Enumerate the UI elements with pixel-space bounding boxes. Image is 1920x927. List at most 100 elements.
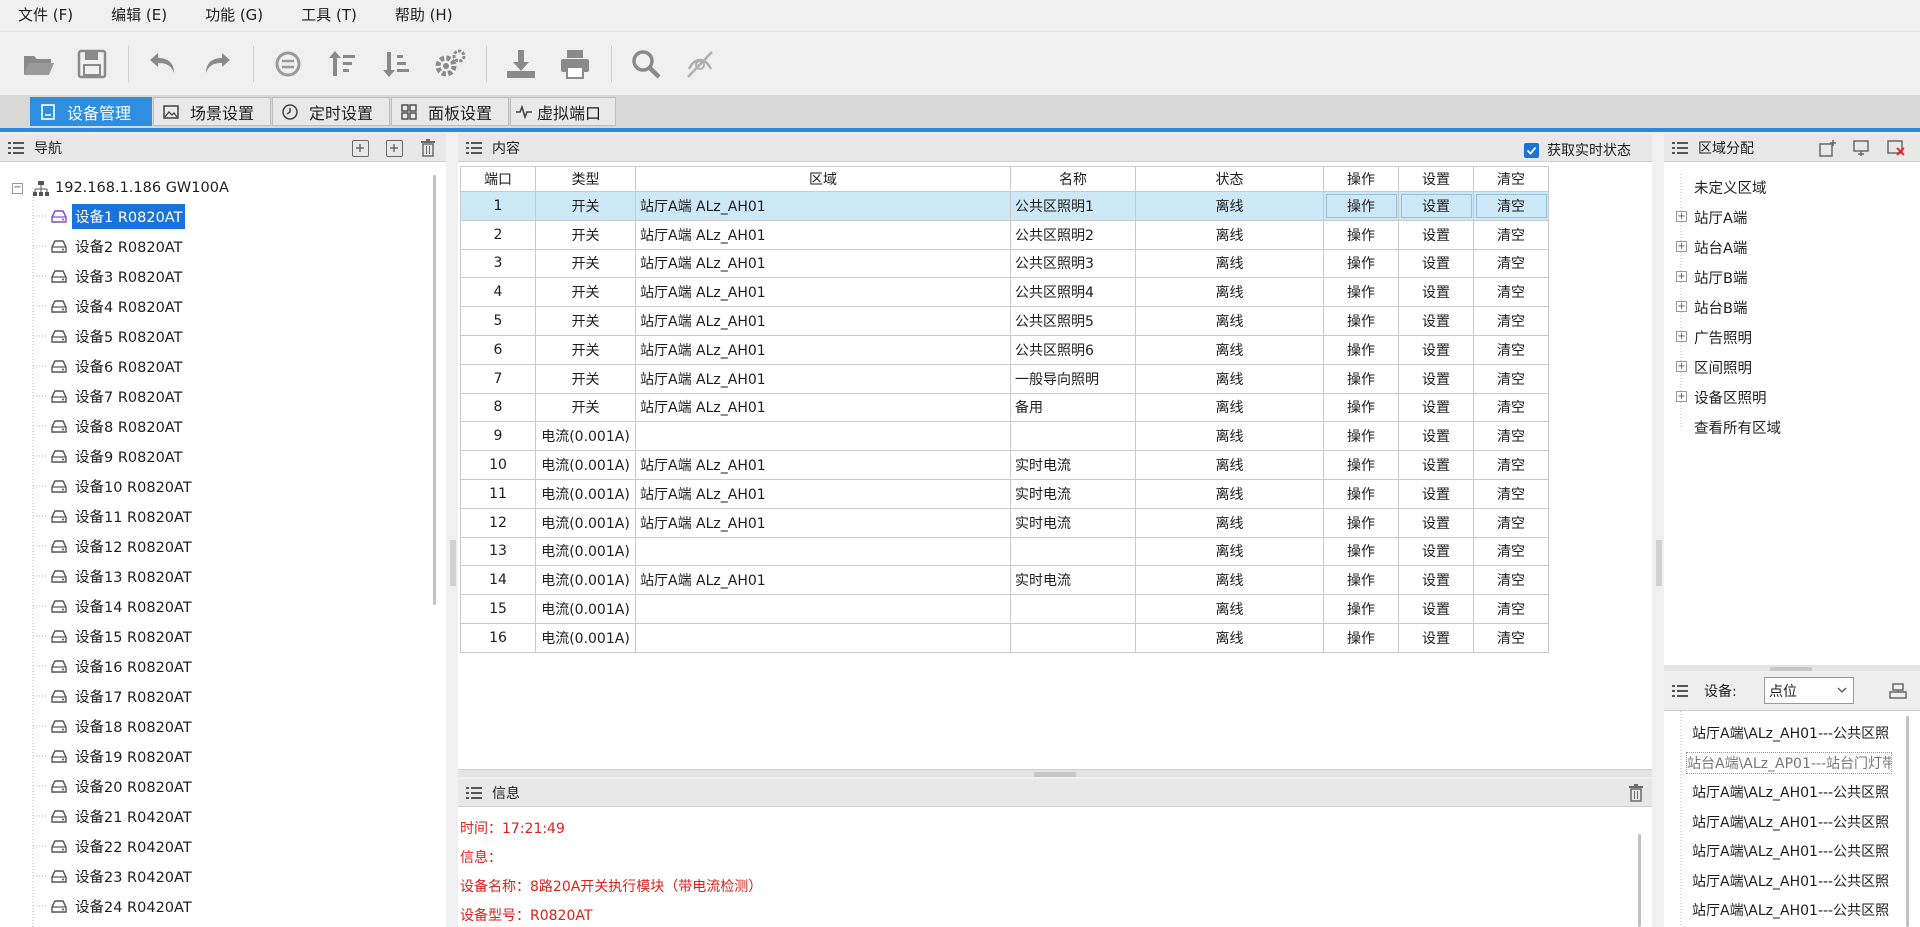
cell-clear-button[interactable]: 清空 [1473, 277, 1549, 308]
cell-settings-button[interactable]: 设置 [1398, 277, 1474, 308]
tab-timer-settings[interactable]: 定时设置 [272, 97, 390, 126]
nav-device-item[interactable]: 设备4 R0820AT [50, 293, 185, 319]
device-filter-select[interactable]: 点位 [1764, 677, 1854, 704]
region-item[interactable]: 广告照明 [1694, 326, 1752, 348]
tab-scene-settings[interactable]: 场景设置 [153, 97, 271, 126]
col-header-operate[interactable]: 操作 [1323, 166, 1399, 192]
table-row[interactable]: 3 开关 站厅A端 ALz_AH01 公共区照明3 离线 操作 设置 清空 [460, 248, 1549, 279]
cell-settings-button[interactable]: 设置 [1398, 392, 1474, 423]
menu-function[interactable]: 功能 (G) [189, 0, 279, 31]
clear-log-trash-icon[interactable] [1628, 784, 1644, 802]
nav-device-item[interactable]: 设备17 R0820AT [50, 683, 195, 709]
nav-device-item[interactable]: 设备6 R0820AT [50, 353, 185, 379]
cell-operate-button[interactable]: 操作 [1323, 334, 1399, 365]
table-row[interactable]: 7 开关 站厅A端 ALz_AH01 一般导向照明 离线 操作 设置 清空 [460, 363, 1549, 394]
nav-device-item[interactable]: 设备9 R0820AT [50, 443, 185, 469]
cell-settings-button[interactable]: 设置 [1398, 306, 1474, 336]
splitter-grip[interactable] [1034, 772, 1076, 777]
add-child-icon[interactable] [386, 140, 403, 157]
table-row[interactable]: 13 电流(0.001A) 离线 操作 设置 清空 [460, 536, 1549, 567]
search-icon[interactable] [626, 44, 666, 84]
nav-device-item[interactable]: 设备20 R0820AT [50, 773, 195, 799]
nav-device-item[interactable]: 设备24 R0420AT [50, 893, 195, 919]
disable-icon[interactable] [680, 44, 720, 84]
delete-region-icon[interactable] [1887, 139, 1905, 161]
add-region-icon[interactable] [1819, 139, 1837, 161]
table-row[interactable]: 15 电流(0.001A) 离线 操作 设置 清空 [460, 594, 1549, 624]
device-point-item[interactable]: 站厅A端\ALz_AH01---公共区照 [1692, 722, 1898, 744]
save-icon[interactable] [72, 44, 112, 84]
col-header-name[interactable]: 名称 [1010, 166, 1136, 192]
nav-device-item[interactable]: 设备14 R0820AT [50, 593, 195, 619]
cell-clear-button[interactable]: 清空 [1473, 478, 1549, 509]
cell-settings-button[interactable]: 设置 [1398, 363, 1474, 394]
col-header-clear[interactable]: 清空 [1473, 166, 1549, 192]
region-item[interactable]: 查看所有区域 [1694, 416, 1781, 438]
download-icon[interactable] [501, 44, 541, 84]
expand-icon[interactable]: + [1676, 241, 1687, 252]
table-row[interactable]: 9 电流(0.001A) 离线 操作 设置 清空 [460, 421, 1549, 452]
menu-file[interactable]: 文件 (F) [0, 0, 89, 31]
trash-icon[interactable] [420, 139, 436, 157]
cell-operate-button[interactable]: 操作 [1323, 277, 1399, 308]
cell-operate-button[interactable]: 操作 [1323, 594, 1399, 624]
realtime-status-checkbox[interactable]: 获取实时状态 [1524, 140, 1631, 160]
nav-device-item[interactable]: 设备11 R0820AT [50, 503, 195, 529]
cell-operate-button[interactable]: 操作 [1323, 478, 1399, 509]
device-point-item[interactable]: 站厅A端\ALz_AH01---公共区照 [1692, 781, 1898, 803]
cell-clear-button[interactable]: 清空 [1473, 536, 1549, 567]
cell-clear-button[interactable]: 清空 [1473, 565, 1549, 596]
expand-icon[interactable]: + [1676, 361, 1687, 372]
cell-settings-button[interactable]: 设置 [1398, 594, 1474, 624]
cell-clear-button[interactable]: 清空 [1473, 334, 1549, 365]
cell-operate-button[interactable]: 操作 [1323, 565, 1399, 596]
nav-device-item[interactable]: 设备22 R0420AT [50, 833, 195, 859]
nav-device-item[interactable]: 设备19 R0820AT [50, 743, 195, 769]
cell-settings-button[interactable]: 设置 [1398, 622, 1474, 653]
refresh-icon[interactable] [268, 44, 308, 84]
cell-settings-button[interactable]: 设置 [1398, 334, 1474, 365]
expand-icon[interactable]: + [1676, 211, 1687, 222]
table-row[interactable]: 14 电流(0.001A) 站厅A端 ALz_AH01 实时电流 离线 操作 设置 清空 [460, 565, 1549, 596]
tree-root-gateway[interactable]: − 192.168.1.186 GW100A [12, 177, 229, 199]
nav-device-item[interactable]: 设备15 R0820AT [50, 623, 195, 649]
redo-icon[interactable] [197, 44, 237, 84]
col-header-area[interactable]: 区域 [635, 166, 1011, 192]
table-row[interactable]: 2 开关 站厅A端 ALz_AH01 公共区照明2 离线 操作 设置 清空 [460, 219, 1549, 250]
info-scrollbar[interactable] [1638, 834, 1641, 927]
cell-operate-button[interactable]: 操作 [1323, 450, 1399, 480]
folder-open-icon[interactable] [18, 44, 58, 84]
region-item[interactable]: 区间照明 [1694, 356, 1752, 378]
right-splitter-handle[interactable] [1656, 540, 1662, 586]
cell-operate-button[interactable]: 操作 [1323, 622, 1399, 653]
menu-help[interactable]: 帮助 (H) [379, 0, 469, 31]
cell-clear-button[interactable]: 清空 [1473, 421, 1549, 452]
nav-device-item[interactable]: 设备10 R0820AT [50, 473, 195, 499]
device-point-item[interactable]: 站厅A端\ALz_AH01---公共区照 [1692, 870, 1898, 892]
add-node-icon[interactable] [352, 140, 369, 157]
cell-settings-button[interactable]: 设置 [1398, 507, 1474, 538]
left-splitter-handle[interactable] [450, 540, 456, 586]
cell-clear-button[interactable]: 清空 [1473, 191, 1549, 221]
table-row[interactable]: 5 开关 站厅A端 ALz_AH01 公共区照明5 离线 操作 设置 清空 [460, 306, 1549, 336]
cell-clear-button[interactable]: 清空 [1473, 622, 1549, 653]
table-row[interactable]: 8 开关 站厅A端 ALz_AH01 备用 离线 操作 设置 清空 [460, 392, 1549, 423]
menu-edit[interactable]: 编辑 (E) [95, 0, 183, 31]
region-item[interactable]: 站台A端 [1694, 236, 1747, 258]
nav-device-item[interactable]: 设备18 R0820AT [50, 713, 195, 739]
region-item[interactable]: 站厅A端 [1694, 206, 1747, 228]
sort-descending-icon[interactable] [376, 44, 416, 84]
table-row[interactable]: 12 电流(0.001A) 站厅A端 ALz_AH01 实时电流 离线 操作 设置 清空 [460, 507, 1549, 538]
nav-device-item[interactable]: 设备23 R0420AT [50, 863, 195, 889]
region-item[interactable]: 站台B端 [1694, 296, 1747, 318]
cell-settings-button[interactable]: 设置 [1398, 248, 1474, 279]
nav-device-item[interactable]: 设备5 R0820AT [50, 323, 185, 349]
device-point-item[interactable]: 站厅A端\ALz_AH01---公共区照 [1692, 899, 1898, 921]
cell-operate-button[interactable]: 操作 [1323, 392, 1399, 423]
collapse-icon[interactable]: − [12, 182, 23, 194]
cell-settings-button[interactable]: 设置 [1398, 450, 1474, 480]
menu-tools[interactable]: 工具 (T) [285, 0, 373, 31]
nav-device-item[interactable]: 设备8 R0820AT [50, 413, 185, 439]
nav-device-item[interactable]: 设备1 R0820AT [50, 203, 186, 229]
cell-operate-button[interactable]: 操作 [1323, 219, 1399, 250]
